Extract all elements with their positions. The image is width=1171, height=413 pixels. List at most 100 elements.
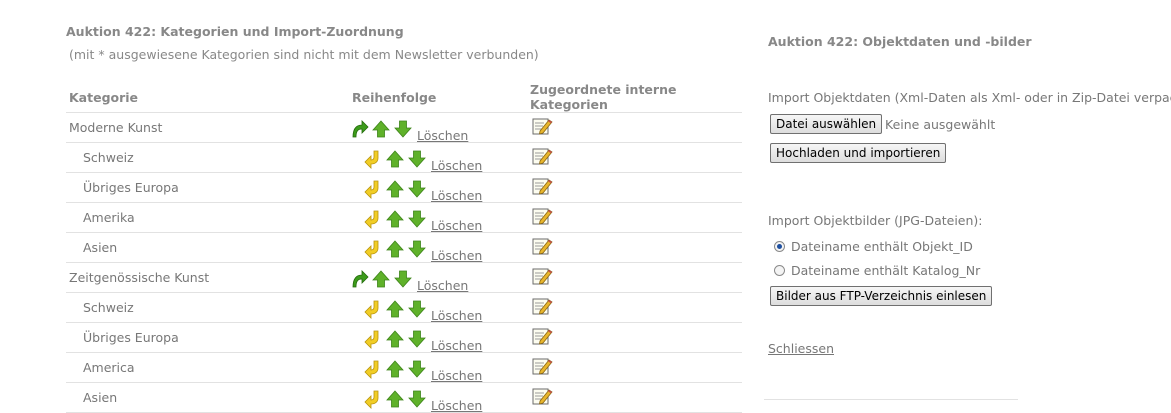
- indent-arrow-icon[interactable]: [363, 389, 385, 409]
- arrow-down-icon[interactable]: [407, 179, 429, 199]
- table-row: Übriges Europa Löschen: [66, 322, 742, 353]
- arrow-down-icon[interactable]: [407, 299, 429, 319]
- edit-note-icon[interactable]: [531, 326, 553, 346]
- radio-objekt-id-label[interactable]: Dateiname enthält Objekt_ID: [791, 239, 973, 254]
- import-images-label: Import Objektbilder (JPG-Dateien):: [768, 213, 983, 228]
- table-header-row: Kategorie Reihenfolge Zugeordnete intern…: [66, 82, 742, 113]
- delete-link[interactable]: Löschen: [431, 158, 482, 173]
- arrow-up-icon[interactable]: [371, 269, 393, 289]
- order-cell: Löschen: [349, 262, 527, 293]
- internal-category-cell: [527, 292, 742, 323]
- order-cell: Löschen: [349, 232, 527, 263]
- table-row: Asien Löschen: [66, 232, 742, 263]
- order-cell: Löschen: [349, 172, 527, 203]
- internal-category-cell: [527, 172, 742, 203]
- table-row: Moderne Kunst Löschen: [66, 112, 742, 143]
- indent-arrow-icon[interactable]: [363, 209, 385, 229]
- import-data-label: Import Objektdaten (Xml-Daten als Xml- o…: [768, 90, 1171, 105]
- internal-category-cell: [527, 232, 742, 263]
- arrow-up-icon[interactable]: [385, 359, 407, 379]
- edit-note-icon[interactable]: [531, 266, 553, 286]
- order-cell: Löschen: [349, 202, 527, 233]
- arrow-down-icon[interactable]: [407, 149, 429, 169]
- close-link[interactable]: Schliessen: [768, 341, 834, 356]
- delete-link[interactable]: Löschen: [417, 128, 468, 143]
- category-name: Amerika: [66, 202, 349, 233]
- upload-import-button[interactable]: Hochladen und importieren: [770, 143, 947, 163]
- indent-arrow-icon[interactable]: [363, 359, 385, 379]
- object-data-title: Auktion 422: Objektdaten und -bilder: [768, 34, 1032, 49]
- edit-note-icon[interactable]: [531, 206, 553, 226]
- arrow-down-icon[interactable]: [407, 359, 429, 379]
- column-header-reihenfolge: Reihenfolge: [349, 82, 527, 113]
- table-row: Asien Löschen: [66, 382, 742, 413]
- radio-katalog-nr[interactable]: [774, 265, 785, 276]
- category-name: Übriges Europa: [66, 322, 349, 353]
- arrow-down-icon[interactable]: [393, 119, 415, 139]
- arrow-down-icon[interactable]: [407, 389, 429, 409]
- choose-file-button[interactable]: Datei auswählen: [770, 114, 883, 134]
- edit-note-icon[interactable]: [531, 146, 553, 166]
- table-row: Übriges Europa Löschen: [66, 172, 742, 203]
- arrow-up-icon[interactable]: [385, 239, 407, 259]
- arrow-down-icon[interactable]: [407, 209, 429, 229]
- arrow-down-icon[interactable]: [407, 329, 429, 349]
- internal-category-cell: [527, 322, 742, 353]
- table-row: Schweiz Löschen: [66, 142, 742, 173]
- edit-note-icon[interactable]: [531, 236, 553, 256]
- outdent-arrow-icon[interactable]: [349, 269, 371, 289]
- delete-link[interactable]: Löschen: [417, 278, 468, 293]
- radio-objekt-id[interactable]: [774, 241, 785, 252]
- order-cell: Löschen: [349, 352, 527, 383]
- edit-note-icon[interactable]: [531, 176, 553, 196]
- newsletter-note: (mit * ausgewiesene Kategorien sind nich…: [69, 47, 539, 62]
- indent-arrow-icon[interactable]: [363, 239, 385, 259]
- edit-note-icon[interactable]: [531, 386, 553, 406]
- delete-link[interactable]: Löschen: [431, 368, 482, 383]
- indent-arrow-icon[interactable]: [363, 329, 385, 349]
- delete-link[interactable]: Löschen: [431, 308, 482, 323]
- category-table: Kategorie Reihenfolge Zugeordnete intern…: [66, 82, 742, 413]
- arrow-down-icon[interactable]: [407, 239, 429, 259]
- indent-arrow-icon[interactable]: [363, 299, 385, 319]
- edit-note-icon[interactable]: [531, 116, 553, 136]
- order-cell: Löschen: [349, 142, 527, 173]
- table-row: Amerika Löschen: [66, 202, 742, 233]
- category-rows: Moderne Kunst Löschen Schweiz Löschen Übrige…: [66, 112, 742, 413]
- category-name: Moderne Kunst: [66, 112, 349, 143]
- edit-note-icon[interactable]: [531, 296, 553, 316]
- category-name: America: [66, 352, 349, 383]
- table-row: Zeitgenössische Kunst Löschen: [66, 262, 742, 293]
- column-header-internal-categories: Zugeordnete interne Kategorien: [527, 82, 742, 113]
- arrow-up-icon[interactable]: [385, 389, 407, 409]
- arrow-up-icon[interactable]: [385, 329, 407, 349]
- no-file-selected-text: Keine ausgewählt: [885, 117, 996, 132]
- page-title: Auktion 422: Kategorien und Import-Zuord…: [66, 24, 404, 39]
- indent-arrow-icon[interactable]: [363, 149, 385, 169]
- ftp-import-button[interactable]: Bilder aus FTP-Verzeichnis einlesen: [770, 286, 993, 306]
- arrow-down-icon[interactable]: [393, 269, 415, 289]
- internal-category-cell: [527, 262, 742, 293]
- category-name: Übriges Europa: [66, 172, 349, 203]
- internal-category-cell: [527, 352, 742, 383]
- arrow-up-icon[interactable]: [385, 299, 407, 319]
- indent-arrow-icon[interactable]: [363, 179, 385, 199]
- internal-category-cell: [527, 112, 742, 143]
- radio-katalog-nr-label[interactable]: Dateiname enthält Katalog_Nr: [791, 263, 980, 278]
- category-name: Schweiz: [66, 292, 349, 323]
- arrow-up-icon[interactable]: [385, 179, 407, 199]
- internal-category-cell: [527, 202, 742, 233]
- delete-link[interactable]: Löschen: [431, 248, 482, 263]
- arrow-up-icon[interactable]: [385, 149, 407, 169]
- delete-link[interactable]: Löschen: [431, 338, 482, 353]
- outdent-arrow-icon[interactable]: [349, 119, 371, 139]
- internal-category-cell: [527, 142, 742, 173]
- edit-note-icon[interactable]: [531, 356, 553, 376]
- internal-category-cell: [527, 382, 742, 413]
- arrow-up-icon[interactable]: [385, 209, 407, 229]
- category-name: Schweiz: [66, 142, 349, 173]
- category-name: Zeitgenössische Kunst: [66, 262, 349, 293]
- delete-link[interactable]: Löschen: [431, 188, 482, 203]
- arrow-up-icon[interactable]: [371, 119, 393, 139]
- delete-link[interactable]: Löschen: [431, 218, 482, 233]
